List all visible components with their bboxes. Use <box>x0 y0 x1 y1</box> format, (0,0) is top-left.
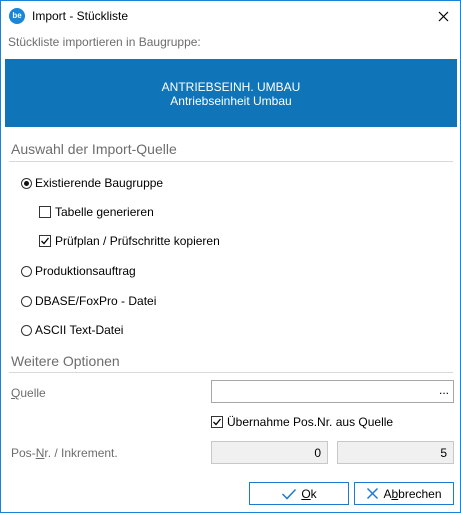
checkbox-generate-table[interactable]: Tabelle generieren <box>39 205 154 219</box>
radio-indicator <box>21 295 32 307</box>
assembly-name: Antriebseinheit Umbau <box>170 94 292 108</box>
radio-production-order[interactable]: Produktionsauftrag <box>21 264 136 278</box>
options-section-title: Weitere Optionen <box>11 353 120 369</box>
cancel-button[interactable]: Abbrechen <box>354 482 454 505</box>
radio-label: ASCII Text-Datei <box>35 323 124 337</box>
close-button[interactable] <box>426 1 460 31</box>
radio-indicator <box>21 265 32 277</box>
radio-indicator <box>21 177 32 189</box>
increment-field: 5 <box>337 441 454 464</box>
options-section-divider <box>9 372 453 373</box>
title-bar: be Import - Stückliste <box>1 1 460 31</box>
window-title: Import - Stückliste <box>32 9 129 23</box>
radio-existing-assembly[interactable]: Existierende Baugruppe <box>21 176 163 190</box>
source-section-divider <box>9 161 453 162</box>
checkbox-box <box>39 206 51 218</box>
checkbox-label: Übernahme Pos.Nr. aus Quelle <box>227 415 394 429</box>
app-logo-icon: be <box>9 8 25 24</box>
radio-label: Produktionsauftrag <box>35 264 136 278</box>
cancel-label: Abbrechen <box>383 486 442 501</box>
radio-label: DBASE/FoxPro - Datei <box>35 294 157 308</box>
import-dialog: be Import - Stückliste Stückliste import… <box>0 0 461 513</box>
assembly-code: ANTRIEBSEINH. UMBAU <box>161 80 301 94</box>
radio-dbase-file[interactable]: DBASE/FoxPro - Datei <box>21 294 156 308</box>
target-assembly-banner: ANTRIEBSEINH. UMBAU Antriebseinheit Umba… <box>5 59 457 127</box>
ok-button[interactable]: Ok <box>249 482 349 505</box>
ok-label: Ok <box>301 486 317 501</box>
source-input[interactable]: ... <box>211 380 454 403</box>
radio-ascii-file[interactable]: ASCII Text-Datei <box>21 323 123 337</box>
checkmark-icon <box>282 488 297 500</box>
checkbox-take-pos-nr[interactable]: Übernahme Pos.Nr. aus Quelle <box>211 415 393 429</box>
pos-increment-label: Pos-Nr. / Inkrement. <box>11 446 118 460</box>
checkmark-icon <box>213 418 222 426</box>
import-target-label: Stückliste importieren in Baugruppe: <box>8 35 201 49</box>
radio-label: Existierende Baugruppe <box>35 176 164 190</box>
source-label: Quelle <box>11 386 46 400</box>
checkbox-box <box>211 416 223 428</box>
source-section-title: Auswahl der Import-Quelle <box>11 141 177 157</box>
cancel-x-icon <box>367 487 379 500</box>
checkbox-box <box>39 235 51 247</box>
radio-indicator <box>21 324 32 336</box>
pos-nr-field: 0 <box>211 441 328 464</box>
close-icon <box>438 11 448 21</box>
checkbox-copy-testplan[interactable]: Prüfplan / Prüfschritte kopieren <box>39 234 220 248</box>
checkbox-label: Tabelle generieren <box>55 205 154 219</box>
checkmark-icon <box>41 237 50 245</box>
checkbox-label: Prüfplan / Prüfschritte kopieren <box>55 234 220 248</box>
browse-button[interactable]: ... <box>439 383 449 397</box>
